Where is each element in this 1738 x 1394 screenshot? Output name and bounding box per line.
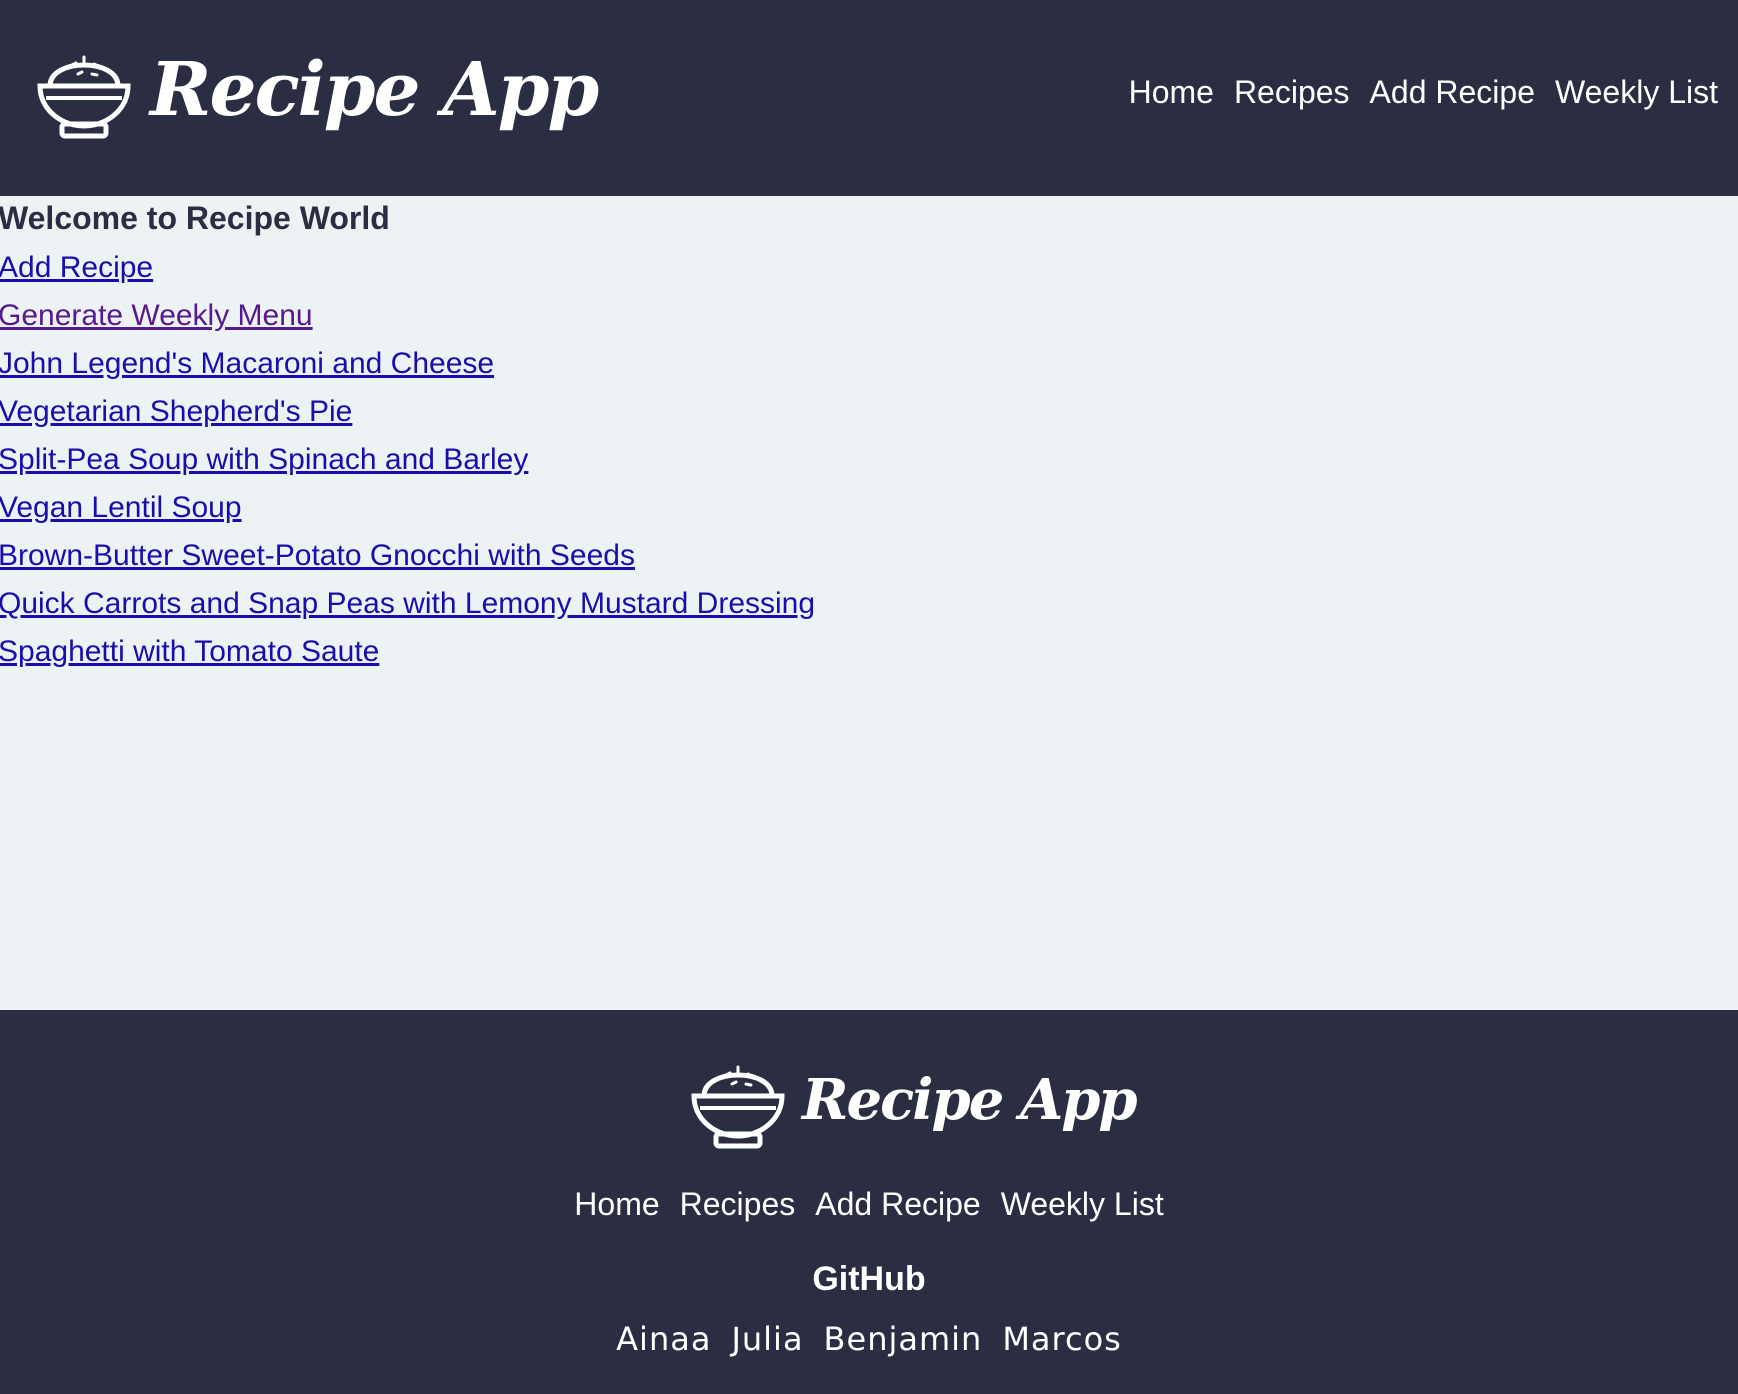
list-item: Brown-Butter Sweet-Potato Gnocchi with S… — [0, 536, 815, 584]
page-title: Welcome to Recipe World — [0, 200, 390, 236]
recipe-link[interactable]: Brown-Butter Sweet-Potato Gnocchi with S… — [0, 539, 635, 572]
brand-name: Recipe App — [150, 47, 599, 133]
github-heading: GitHub — [812, 1260, 926, 1298]
github-link-julia[interactable]: Julia — [731, 1320, 803, 1358]
rice-bowl-icon — [37, 55, 131, 139]
list-item: Add Recipe — [0, 248, 815, 296]
recipe-link[interactable]: Vegetarian Shepherd's Pie — [0, 395, 352, 428]
generate-weekly-menu-link[interactable]: Generate Weekly Menu — [0, 299, 313, 332]
nav-home[interactable]: Home — [1129, 74, 1214, 111]
rice-bowl-icon — [691, 1065, 785, 1149]
recipe-link[interactable]: Quick Carrots and Snap Peas with Lemony … — [0, 587, 815, 620]
github-link-benjamin[interactable]: Benjamin — [824, 1320, 983, 1358]
github-link-marcos[interactable]: Marcos — [1002, 1320, 1122, 1358]
recipe-link[interactable]: Split-Pea Soup with Spinach and Barley — [0, 443, 528, 476]
footer-nav: Home Recipes Add Recipe Weekly List — [0, 1186, 1738, 1223]
list-item: John Legend's Macaroni and Cheese — [0, 344, 815, 392]
site-footer: Recipe App Home Recipes Add Recipe Weekl… — [0, 1010, 1738, 1394]
footer-nav-weekly-list[interactable]: Weekly List — [1001, 1186, 1164, 1223]
site-header: Recipe App Home Recipes Add Recipe Weekl… — [0, 0, 1738, 196]
list-item: Split-Pea Soup with Spinach and Barley — [0, 440, 815, 488]
recipe-link[interactable]: Spaghetti with Tomato Saute — [0, 635, 379, 668]
list-item: Generate Weekly Menu — [0, 296, 815, 344]
github-link-ainaa[interactable]: Ainaa — [616, 1320, 711, 1358]
footer-nav-recipes[interactable]: Recipes — [680, 1186, 796, 1223]
recipe-link[interactable]: Vegan Lentil Soup — [0, 491, 242, 524]
nav-add-recipe[interactable]: Add Recipe — [1370, 74, 1535, 111]
add-recipe-link[interactable]: Add Recipe — [0, 251, 153, 284]
github-links: Ainaa Julia Benjamin Marcos — [0, 1320, 1738, 1358]
footer-brand-name: Recipe App — [802, 1067, 1138, 1133]
footer-brand-logo[interactable]: Recipe App — [690, 1050, 1138, 1150]
top-nav: Home Recipes Add Recipe Weekly List — [1129, 74, 1718, 111]
list-item: Vegan Lentil Soup — [0, 488, 815, 536]
list-item: Quick Carrots and Snap Peas with Lemony … — [0, 584, 815, 632]
list-item: Vegetarian Shepherd's Pie — [0, 392, 815, 440]
list-item: Spaghetti with Tomato Saute — [0, 632, 815, 680]
footer-nav-home[interactable]: Home — [574, 1186, 659, 1223]
nav-recipes[interactable]: Recipes — [1234, 74, 1350, 111]
recipe-link[interactable]: John Legend's Macaroni and Cheese — [0, 347, 494, 380]
brand-logo[interactable]: Recipe App — [36, 40, 599, 140]
footer-nav-add-recipe[interactable]: Add Recipe — [815, 1186, 980, 1223]
nav-weekly-list[interactable]: Weekly List — [1555, 74, 1718, 111]
recipe-link-list: Add Recipe Generate Weekly Menu John Leg… — [0, 248, 815, 680]
main-content: Welcome to Recipe World Add Recipe Gener… — [0, 196, 1738, 1010]
